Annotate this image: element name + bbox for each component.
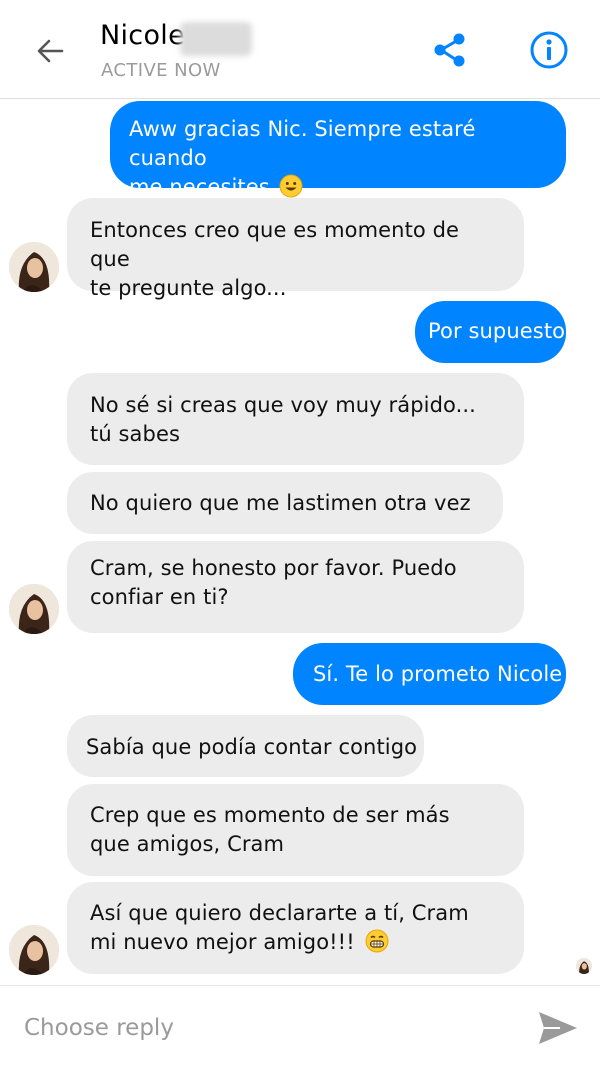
contact-avatar[interactable] bbox=[9, 242, 59, 292]
message-line: mi nuevo mejor amigo!!! bbox=[90, 928, 504, 957]
grin-emoji-icon bbox=[365, 929, 388, 953]
incoming-message[interactable]: Entonces creo que es momento de que te p… bbox=[67, 198, 524, 300]
info-icon[interactable] bbox=[526, 27, 572, 73]
contact-avatar[interactable] bbox=[9, 584, 59, 634]
message-line: No sé si creas que voy muy rápido... bbox=[90, 393, 476, 417]
message-line: Entonces creo que es momento de que bbox=[90, 218, 460, 271]
contact-name[interactable]: Nicole bbox=[100, 20, 185, 51]
message-line: te pregunte algo... bbox=[90, 276, 287, 300]
reply-input[interactable] bbox=[24, 1008, 504, 1048]
message-line: tú sabes bbox=[90, 422, 181, 446]
presence-status: ACTIVE NOW bbox=[101, 60, 221, 81]
chat-header: Nicole ACTIVE NOW bbox=[0, 0, 600, 99]
message-line: Así que quiero declararte a tí, Cram bbox=[90, 901, 469, 925]
share-icon[interactable] bbox=[428, 28, 472, 72]
reply-composer bbox=[0, 985, 600, 1067]
contact-avatar[interactable] bbox=[9, 925, 59, 975]
incoming-message[interactable]: Sabía que podía contar contigo bbox=[67, 715, 424, 777]
seen-avatar-indicator bbox=[576, 958, 592, 974]
incoming-message[interactable]: Cram, se honesto por favor. Puedo confia… bbox=[67, 541, 524, 633]
message-line: No quiero que me lastimen otra vez bbox=[90, 491, 471, 515]
message-line: confiar en ti? bbox=[90, 585, 229, 609]
outgoing-message[interactable]: Por supuesto bbox=[415, 301, 566, 363]
message-line: Sí. Te lo prometo Nicole bbox=[313, 662, 563, 686]
send-icon[interactable] bbox=[536, 1008, 580, 1048]
incoming-message[interactable]: No quiero que me lastimen otra vez bbox=[67, 472, 503, 534]
incoming-message[interactable]: Crep que es momento de ser más que amigo… bbox=[67, 784, 524, 876]
message-line: Crep que es momento de ser más bbox=[90, 803, 450, 827]
incoming-message[interactable]: Así que quiero declararte a tí, Cram mi … bbox=[67, 882, 524, 974]
message-line: Aww gracias Nic. Siempre estaré cuando bbox=[129, 117, 476, 170]
outgoing-message[interactable]: Sí. Te lo prometo Nicole bbox=[293, 643, 566, 705]
blurred-surname bbox=[180, 22, 252, 56]
message-line: Sabía que podía contar contigo bbox=[86, 735, 418, 759]
smile-emoji-icon bbox=[279, 174, 303, 198]
message-line: que amigos, Cram bbox=[90, 832, 285, 856]
back-arrow-icon[interactable] bbox=[28, 30, 72, 74]
incoming-message[interactable]: No sé si creas que voy muy rápido... tú … bbox=[67, 373, 524, 465]
outgoing-message[interactable]: Aww gracias Nic. Siempre estaré cuando m… bbox=[110, 101, 566, 199]
message-line: Cram, se honesto por favor. Puedo bbox=[90, 556, 457, 580]
message-line: Por supuesto bbox=[428, 319, 566, 343]
